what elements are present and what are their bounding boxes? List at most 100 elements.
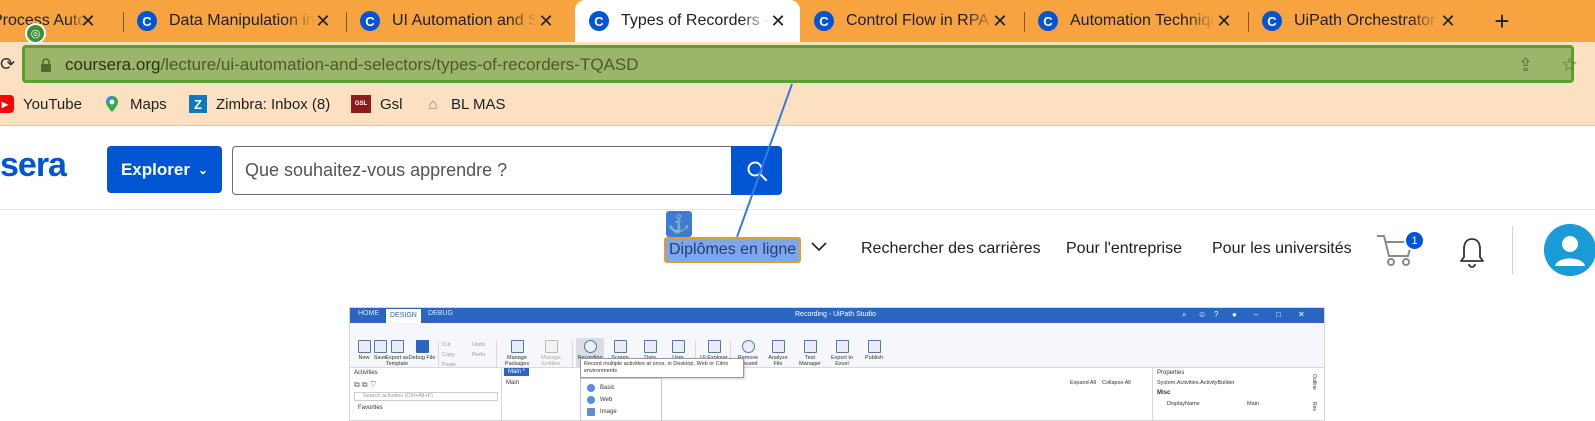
ribbon-cut[interactable]: Cut xyxy=(442,342,451,348)
expand-all-link[interactable]: Expand All xyxy=(1070,380,1096,386)
tab-uipath-orchestrator[interactable]: C UiPath Orchestrator and ✕ xyxy=(1262,0,1472,42)
studio-minimize-icon[interactable]: – xyxy=(1254,310,1258,319)
properties-panel: Properties System.Activities.ActivityBui… xyxy=(1152,368,1324,420)
studio-user-icon[interactable]: ● xyxy=(1232,310,1237,319)
youtube-icon: ▶ xyxy=(0,95,14,113)
ribbon-label: Export as Template xyxy=(385,355,409,367)
tab-control-flow[interactable]: C Control Flow in RPA | Coursera ✕ xyxy=(814,0,1024,42)
coursera-logo[interactable]: sera xyxy=(0,146,67,185)
studio-search-icon[interactable]: ⌕ xyxy=(1182,310,1186,320)
ribbon-manage-packages[interactable]: Manage Packages xyxy=(503,340,531,367)
extension-target-icon[interactable]: ◎ xyxy=(25,23,46,44)
coursera-favicon-icon: C xyxy=(137,11,157,31)
cart-count-badge: 1 xyxy=(1404,230,1425,251)
studio-tab-debug[interactable]: DEBUG xyxy=(428,310,453,317)
tab-close-icon[interactable]: ✕ xyxy=(768,11,788,31)
ribbon-undo[interactable]: Undo xyxy=(472,342,485,348)
tab-title: Data Manipulation in UiPath xyxy=(169,12,314,29)
tab-close-icon[interactable]: ✕ xyxy=(78,11,98,31)
reload-icon[interactable]: ⟳ xyxy=(0,54,15,75)
tab-title: UI Automation and Selectors xyxy=(392,12,537,29)
properties-title: Properties xyxy=(1157,370,1185,376)
tab-close-icon[interactable]: ✕ xyxy=(990,11,1010,31)
activities-toolbar-icons[interactable]: ⧉ ⧉ ▽ xyxy=(354,380,377,390)
ribbon-export-excel[interactable]: Export to Excel xyxy=(828,340,856,367)
nav-enterprise[interactable]: Pour l'entreprise xyxy=(1066,240,1182,258)
coursera-favicon-icon: C xyxy=(360,11,380,31)
new-tab-button[interactable]: + xyxy=(1488,6,1516,36)
tab-close-icon[interactable]: ✕ xyxy=(1438,11,1458,31)
ribbon-label: Manage Entities xyxy=(541,355,561,367)
url-host: coursera.org xyxy=(65,55,161,74)
activities-panel: Activities ⧉ ⧉ ▽ Search activities (Ctrl… xyxy=(350,368,502,420)
recording-web-item[interactable]: Web xyxy=(587,396,612,404)
studio-tab-design[interactable]: DESIGN xyxy=(386,309,421,323)
ribbon-publish[interactable]: Publish xyxy=(860,340,888,361)
explorer-button[interactable]: Explorer ⌄ xyxy=(107,146,222,193)
tab-separator xyxy=(1024,12,1025,32)
menu-label: Web xyxy=(600,397,613,403)
nav-careers[interactable]: Rechercher des carrières xyxy=(861,240,1041,258)
lecture-video[interactable]: HOME DESIGN DEBUG Recording - UiPath Stu… xyxy=(349,307,1325,421)
ribbon-copy[interactable]: Copy xyxy=(442,352,455,358)
ribbon-debug-file[interactable]: Debug File xyxy=(408,340,436,361)
ribbon-test-manager[interactable]: Test Manager xyxy=(796,340,824,367)
studio-tab-home[interactable]: HOME xyxy=(358,310,379,317)
activities-favorites[interactable]: Favorites xyxy=(358,405,383,411)
outline-side-tab[interactable]: Outline xyxy=(1311,374,1317,390)
tab-close-icon[interactable]: ✕ xyxy=(313,11,333,31)
ribbon-redo[interactable]: Redo xyxy=(472,352,485,358)
doc-tab-main[interactable]: Main * xyxy=(504,368,530,376)
home-icon: ⌂ xyxy=(428,95,438,113)
bookmark-zimbra[interactable]: Z Zimbra: Inbox (8) xyxy=(189,95,330,113)
url-text[interactable]: coursera.org/lecture/ui-automation-and-s… xyxy=(65,55,639,75)
tab-ui-automation[interactable]: C UI Automation and Selectors ✕ xyxy=(360,0,570,42)
tab-data-manipulation[interactable]: C Data Manipulation in UiPath ✕ xyxy=(137,0,347,42)
chevron-down-icon[interactable] xyxy=(810,241,828,253)
tab-automation-techniques[interactable]: C Automation Techniques ✕ xyxy=(1038,0,1248,42)
tab-close-icon[interactable]: ✕ xyxy=(536,11,556,31)
web-recorder-icon xyxy=(587,396,595,404)
ribbon-manage-entities[interactable]: Manage Entities xyxy=(537,340,565,367)
header-divider xyxy=(0,209,1595,210)
bookmark-gsl[interactable]: GSL Gsl xyxy=(351,95,403,113)
properties-misc[interactable]: Misc xyxy=(1157,390,1170,396)
bookmark-maps[interactable]: Maps xyxy=(103,95,167,113)
recording-basic-item[interactable]: Basic xyxy=(587,384,615,392)
nav-universities[interactable]: Pour les universités xyxy=(1212,240,1352,258)
avatar[interactable] xyxy=(1544,224,1595,276)
zimbra-icon: Z xyxy=(189,95,207,113)
recording-image-item[interactable]: Image xyxy=(587,408,617,416)
search-input[interactable]: Que souhaitez-vous apprendre ? xyxy=(232,146,732,195)
studio-maximize-icon[interactable]: □ xyxy=(1276,310,1281,319)
studio-close-icon[interactable]: ✕ xyxy=(1298,310,1305,319)
tab-close-icon[interactable]: ✕ xyxy=(1214,11,1234,31)
browser-window: Process Automation ✕ C Data Manipulation… xyxy=(0,0,1595,421)
bookmark-star-icon[interactable]: ☆ xyxy=(1561,54,1578,77)
doc-breadcrumb: Main xyxy=(506,380,520,386)
activities-search-input[interactable]: Search activities (Ctrl+Alt+F) xyxy=(354,392,498,401)
tab-process-automation[interactable]: Process Automation ✕ xyxy=(0,0,112,42)
bookmark-youtube[interactable]: ▶ YouTube xyxy=(0,95,82,113)
resources-side-tab[interactable]: Res xyxy=(1311,402,1317,411)
bookmark-bl-mas[interactable]: ⌂ BL MAS xyxy=(424,95,505,113)
collapse-all-link[interactable]: Collapse All xyxy=(1102,380,1131,386)
search-button[interactable] xyxy=(731,146,782,195)
ribbon-label: Analyze File xyxy=(768,355,788,367)
tab-title: Control Flow in RPA | Coursera xyxy=(846,12,996,29)
tab-title: Types of Recorders - RPA xyxy=(621,12,771,29)
lock-icon[interactable] xyxy=(40,58,52,72)
ribbon-label: Export to Excel xyxy=(830,355,853,367)
share-icon[interactable]: ⇪ xyxy=(1518,55,1533,76)
display-name-value[interactable]: Main xyxy=(1247,401,1259,407)
ribbon-label: Test Manager xyxy=(799,355,821,367)
studio-help-icon[interactable]: ? xyxy=(1214,310,1218,319)
tab-types-of-recorders[interactable]: C Types of Recorders - RPA ✕ xyxy=(575,0,800,42)
bell-icon[interactable] xyxy=(1457,236,1487,270)
ribbon-analyze-file[interactable]: Analyze File xyxy=(764,340,792,367)
studio-feedback-icon[interactable]: ☺ xyxy=(1198,310,1206,319)
screen-scraping-icon xyxy=(613,340,627,353)
ribbon-export-template[interactable]: Export as Template xyxy=(383,340,411,367)
tab-separator xyxy=(346,12,347,32)
nav-diplomes-en-ligne[interactable]: Diplômes en ligne xyxy=(664,237,802,263)
